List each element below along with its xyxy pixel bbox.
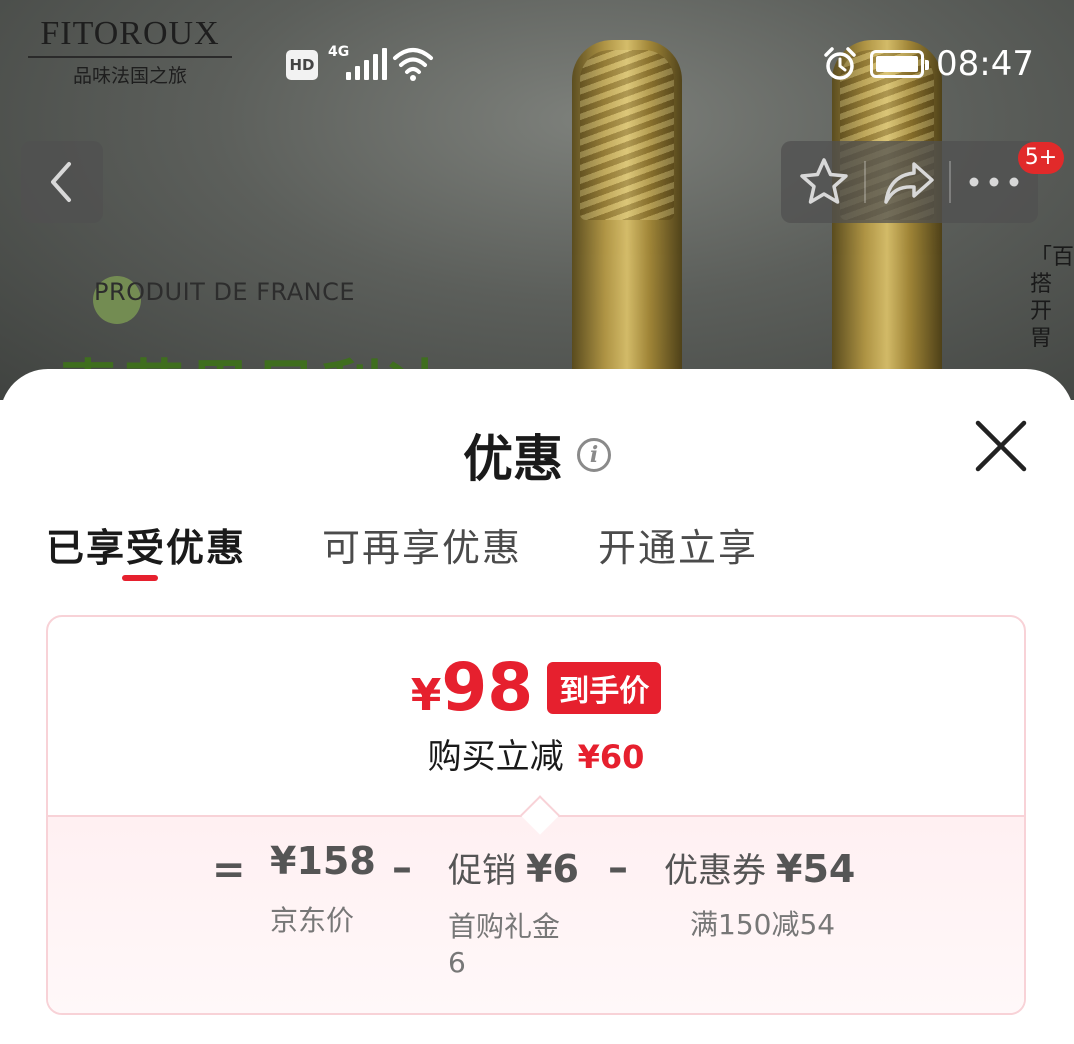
favorite-button[interactable]: [781, 141, 866, 223]
brand-tagline: 品味法国之旅: [72, 65, 187, 87]
final-price-row: ¥ 98 到手价: [48, 653, 1024, 723]
share-button[interactable]: [866, 141, 951, 223]
promo-value-group: 促销 ¥6: [448, 843, 579, 892]
top-action-bar: [781, 141, 1038, 223]
battery-icon: [870, 50, 930, 78]
coupon-condition: 满150减54: [690, 908, 836, 941]
alarm-clock-icon: [824, 47, 856, 80]
produit-label: PRODUIT DE FRANCE: [94, 278, 356, 306]
tab-enjoyed-discounts[interactable]: 已享受优惠: [46, 517, 246, 581]
vertical-caption: 「百搭开胃: [1030, 245, 1074, 351]
discount-bottom-sheet: 优惠 i 已享受优惠 可再享优惠 开通立享 ¥ 98 到手价 购买立减 ¥60 = …: [0, 369, 1074, 1044]
info-icon[interactable]: i: [577, 438, 611, 472]
promo-value: ¥6: [526, 847, 579, 891]
chevron-left-icon: [51, 162, 71, 202]
purchase-reduction-row: 购买立减 ¥60: [48, 729, 1024, 778]
jd-price-label: 京东价: [270, 904, 355, 937]
share-arrow-icon: [883, 162, 934, 204]
coupon-value: ¥54: [776, 847, 856, 891]
discount-tabs: 已享受优惠 可再享优惠 开通立享: [46, 517, 834, 581]
brand-name: FITOROUX: [40, 15, 220, 52]
star-icon: [799, 158, 848, 204]
champagne-bottle-left: [572, 40, 682, 400]
promo-sub-line1: 首购礼金: [448, 910, 561, 943]
signal-strength-icon: [346, 48, 387, 80]
coupon-value-group: 优惠券 ¥54: [664, 843, 855, 892]
coupon-label: 优惠券: [664, 851, 766, 891]
message-count-badge: 5+: [1018, 142, 1064, 174]
currency-symbol: ¥: [410, 669, 442, 721]
more-dots-icon: [969, 177, 1018, 187]
hd-icon: HD: [286, 50, 318, 80]
minus-sign-2: –: [608, 845, 628, 891]
tab-more-discounts[interactable]: 可再享优惠: [322, 517, 522, 572]
promo-label: 促销: [448, 851, 516, 891]
tab-activate-now[interactable]: 开通立享: [598, 517, 758, 572]
jd-price-value: ¥158: [270, 839, 376, 883]
sheet-title: 优惠: [463, 430, 563, 488]
final-price-tag: 到手价: [547, 662, 662, 714]
close-icon[interactable]: [972, 417, 1030, 475]
final-price: 98: [441, 649, 534, 726]
status-time: 08:47: [936, 44, 1034, 84]
brand-logo: FITOROUX 品味法国之旅: [28, 14, 232, 88]
sheet-header: 优惠 i: [0, 419, 1074, 491]
status-bar-right: 08:47: [822, 44, 1034, 84]
back-button[interactable]: [21, 141, 103, 223]
promo-sub-line2: 6: [448, 946, 466, 979]
wifi-icon: [393, 48, 433, 81]
price-summary-card: ¥ 98 到手价 购买立减 ¥60 = ¥158 京东价 – 促销 ¥6 首购礼金 …: [46, 615, 1026, 1015]
equals-sign: =: [212, 847, 246, 893]
minus-sign-1: –: [392, 845, 412, 891]
reduce-amount: ¥60: [577, 738, 645, 776]
reduce-label: 购买立减: [427, 737, 564, 777]
price-breakdown: = ¥158 京东价 – 促销 ¥6 首购礼金 6 – 优惠券 ¥54 满150减5…: [48, 815, 1024, 1013]
